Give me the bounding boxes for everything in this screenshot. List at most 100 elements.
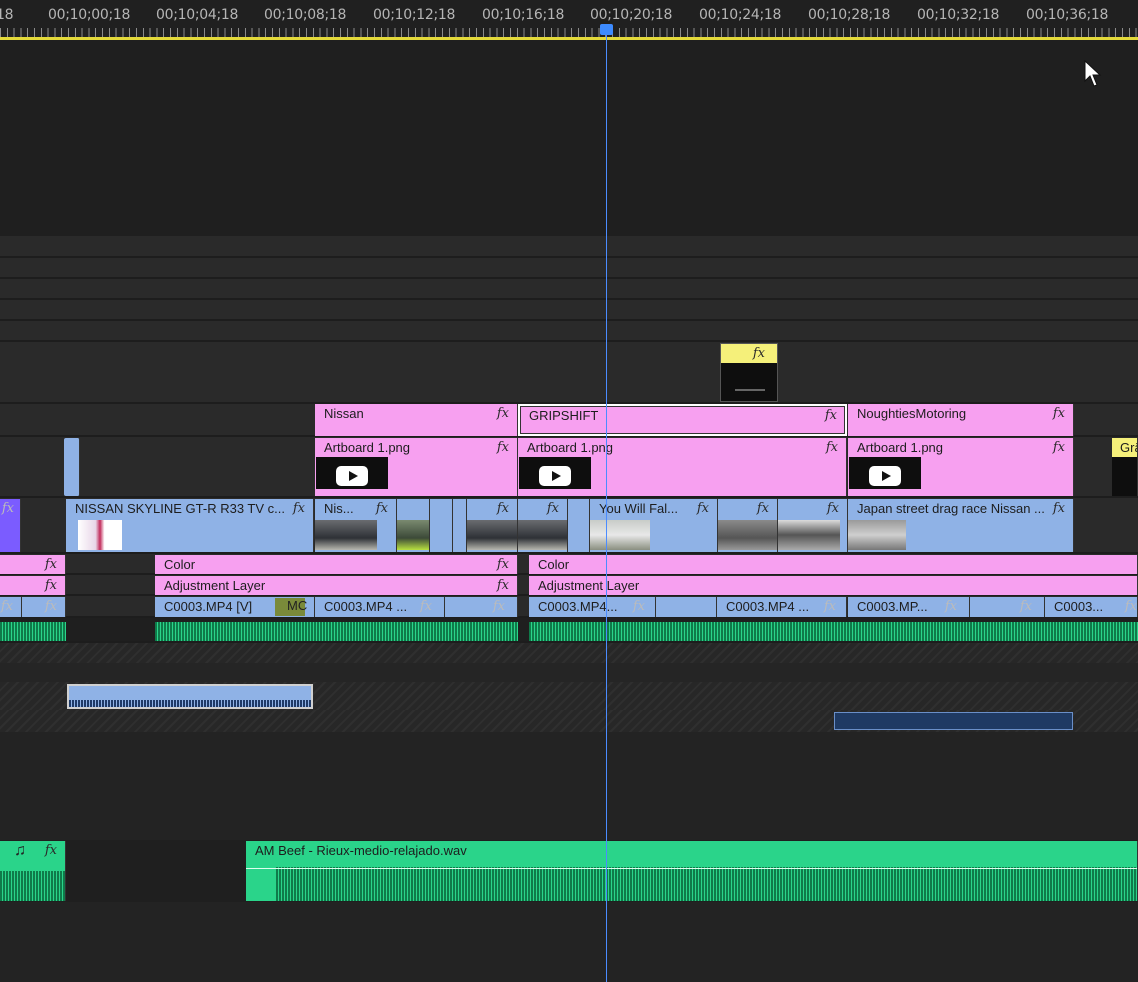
- clip-thumbnail: [778, 520, 840, 550]
- playhead-handle[interactable]: [600, 24, 613, 35]
- video-clip[interactable]: fx: [0, 597, 22, 617]
- artboard-clip[interactable]: Artboard 1.png fx: [315, 438, 518, 496]
- motion-badge: MC: [275, 598, 307, 616]
- youtube-play-icon: [336, 466, 368, 486]
- clip-thumbnail: [397, 520, 429, 550]
- empty-audio-area[interactable]: [0, 732, 1138, 840]
- video-clip-c0003[interactable]: C0003.MP4 ... fx: [315, 597, 445, 617]
- video-clip[interactable]: [568, 499, 590, 552]
- clip-name: Nissan: [324, 406, 364, 421]
- video-clip-c0003[interactable]: C0003... fx: [1045, 597, 1138, 617]
- title-clip-noughtiesmotoring[interactable]: NoughtiesMotoring fx: [848, 404, 1074, 436]
- video-clip-c0003[interactable]: C0003.MP4... fx: [529, 597, 656, 617]
- fx-badge-icon: fx: [546, 501, 559, 516]
- fx-badge-icon: fx: [496, 557, 509, 572]
- clip-name: C0003.MP...: [857, 599, 928, 614]
- partial-clip[interactable]: Grä: [1112, 438, 1138, 496]
- clip-thumbnail: [316, 457, 388, 489]
- video-clip-japan-street[interactable]: Japan street drag race Nissan ... fx: [848, 499, 1074, 552]
- adjustment-clip[interactable]: fx: [0, 555, 66, 574]
- clip-name: Adjustment Layer: [164, 578, 266, 593]
- video-track-empty[interactable]: [0, 279, 1138, 300]
- adjustment-clip[interactable]: fx: [0, 576, 66, 595]
- video-clip[interactable]: fx: [778, 499, 848, 552]
- video-clip-nissan-skyline[interactable]: NISSAN SKYLINE GT-R R33 TV c... fx: [66, 499, 314, 552]
- video-clip[interactable]: [453, 499, 467, 552]
- clip-header: [721, 344, 777, 363]
- color-clip[interactable]: Color: [529, 555, 1138, 574]
- audio-waveform: [276, 867, 1137, 901]
- fx-badge-icon: fx: [826, 501, 839, 516]
- video-track-v6[interactable]: [0, 342, 1138, 404]
- video-clip[interactable]: fx: [0, 499, 21, 552]
- clip-thumbnail: [590, 520, 650, 550]
- video-clip-you-will-fall[interactable]: You Will Fal... fx: [590, 499, 718, 552]
- timecode-label: 00;10;08;18: [264, 7, 347, 23]
- fx-clip[interactable]: fx: [720, 343, 778, 402]
- video-clip[interactable]: Nis... fx: [315, 499, 397, 552]
- youtube-play-icon: [869, 466, 901, 486]
- video-track-empty[interactable]: [0, 236, 1138, 258]
- audio-clip[interactable]: [834, 712, 1073, 730]
- title-clip-nissan[interactable]: Nissan fx: [315, 404, 518, 436]
- artboard-clip[interactable]: Artboard 1.png fx: [518, 438, 847, 496]
- playhead-line[interactable]: [606, 30, 607, 982]
- video-clip[interactable]: [656, 597, 717, 617]
- clip-name: C0003.MP4 ...: [324, 599, 408, 614]
- clip-name: C0003...: [1054, 599, 1104, 614]
- fx-badge-icon: fx: [756, 501, 769, 516]
- video-clip[interactable]: fx: [718, 499, 778, 552]
- audio-clip[interactable]: [155, 622, 518, 641]
- title-clip-gripshift[interactable]: GRIPSHIFT fx: [518, 404, 847, 436]
- audio-track-empty[interactable]: [0, 643, 1138, 663]
- timecode-label: 00;10;28;18: [808, 7, 891, 23]
- youtube-play-icon: [539, 466, 571, 486]
- video-clip[interactable]: fx: [518, 499, 568, 552]
- empty-timeline-area[interactable]: [0, 40, 1138, 236]
- audio-clip[interactable]: [529, 622, 1138, 641]
- clip-thumbnail: [718, 520, 777, 550]
- audio-clip[interactable]: [0, 622, 66, 641]
- video-clip[interactable]: fx: [970, 597, 1045, 617]
- video-clip-c0003[interactable]: C0003.MP... fx: [848, 597, 970, 617]
- clip-name: AM Beef - Rieux-medio-relajado.wav: [255, 843, 467, 858]
- timecode-label: 00;10;36;18: [1026, 7, 1109, 23]
- clip-name: Artboard 1.png: [857, 440, 944, 455]
- timecode-label: 00;10;12;18: [373, 7, 456, 23]
- video-clip[interactable]: [430, 499, 453, 552]
- video-clip[interactable]: fx: [467, 499, 518, 552]
- video-track-empty[interactable]: [0, 321, 1138, 342]
- volume-rubber-band[interactable]: [246, 868, 1137, 869]
- video-clip[interactable]: fx: [445, 597, 518, 617]
- video-track-empty[interactable]: [0, 300, 1138, 321]
- video-clip-c0003[interactable]: C0003.MP4 [V] MC: [155, 597, 315, 617]
- timecode-label: 00;10;00;18: [48, 7, 131, 23]
- fx-badge-icon: fx: [696, 501, 709, 516]
- clip-name: C0003.MP4 [V]: [164, 599, 253, 614]
- audio-clip-selected[interactable]: [67, 684, 313, 709]
- audio-track-empty[interactable]: [0, 663, 1138, 682]
- fx-badge-icon: fx: [496, 501, 509, 516]
- video-track-empty[interactable]: [0, 258, 1138, 279]
- color-clip[interactable]: Color fx: [155, 555, 518, 574]
- clip-name: C0003.MP4 ...: [726, 599, 810, 614]
- artboard-clip[interactable]: Artboard 1.png fx: [848, 438, 1074, 496]
- clip-thumbnail: [519, 457, 591, 489]
- video-clip[interactable]: fx: [22, 597, 66, 617]
- fx-badge-icon: fx: [1052, 501, 1065, 516]
- small-clip[interactable]: [64, 438, 80, 496]
- fx-badge-icon: fx: [44, 599, 57, 614]
- music-clip-am-beef[interactable]: AM Beef - Rieux-medio-relajado.wav: [246, 841, 1138, 901]
- clip-thumbnail: [467, 520, 517, 550]
- music-clip[interactable]: ♫ fx: [0, 841, 66, 901]
- video-clip-c0003[interactable]: C0003.MP4 ... fx: [717, 597, 847, 617]
- video-clip[interactable]: [397, 499, 430, 552]
- adjustment-layer-clip[interactable]: Adjustment Layer fx: [155, 576, 518, 595]
- fx-badge-icon: fx: [1, 501, 14, 516]
- fx-badge-icon: fx: [0, 599, 13, 614]
- fx-badge-icon: fx: [825, 440, 838, 455]
- empty-audio-area[interactable]: [0, 902, 1138, 982]
- fx-badge-icon: fx: [1052, 440, 1065, 455]
- fx-badge-icon: fx: [496, 578, 509, 593]
- adjustment-layer-clip[interactable]: Adjustment Layer: [529, 576, 1138, 595]
